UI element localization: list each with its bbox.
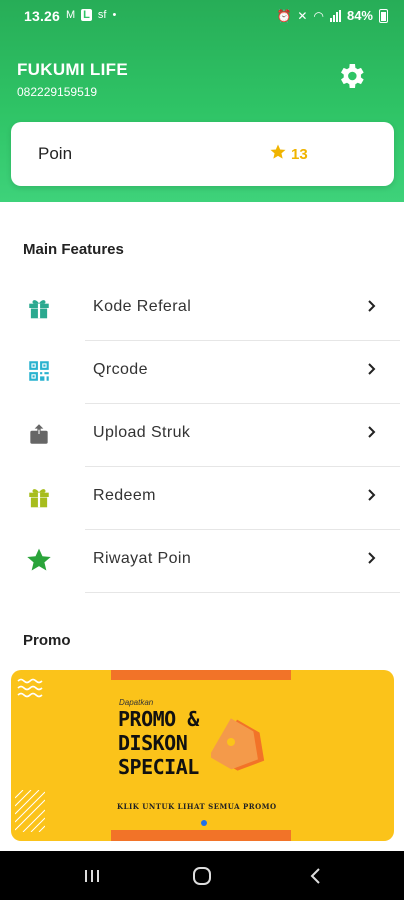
chevron-right-icon (368, 300, 376, 312)
gmail-notification-icon: M (66, 9, 76, 21)
banner-stripe (111, 670, 291, 680)
divider (85, 466, 400, 467)
hatch-decoration-icon (15, 790, 45, 832)
menu-item-label: Redeem (93, 487, 156, 504)
points-card[interactable]: Poin 13 (11, 122, 394, 186)
points-label: Poin (38, 144, 73, 163)
star-icon (27, 548, 51, 571)
battery-icon (379, 8, 388, 23)
gift-icon (29, 300, 49, 319)
battery-percent: 84% (346, 8, 373, 23)
promo-banner[interactable]: Dapatkan PROMO & DISKON SPECIAL KLIK UNT… (11, 670, 394, 841)
divider (85, 592, 400, 593)
menu-item-label: Qrcode (93, 361, 148, 378)
menu-item-upload-struk[interactable]: Upload Struk (0, 405, 404, 467)
price-tag-icon (211, 718, 265, 771)
back-icon[interactable] (304, 865, 328, 887)
chevron-right-icon (368, 363, 376, 375)
system-icons: ⏰ ✕ ◠ 84% (276, 8, 388, 23)
menu-item-label: Upload Struk (93, 424, 191, 441)
status-bar: 13.26 M L sf • ⏰ ✕ ◠ 84% (0, 0, 404, 34)
menu-item-kode-referal[interactable]: Kode Referal (0, 279, 404, 341)
more-notifications-icon: • (112, 9, 117, 21)
line-notification-icon: L (81, 9, 92, 21)
chevron-right-icon (368, 489, 376, 501)
divider (85, 529, 400, 530)
menu-item-redeem[interactable]: Redeem (0, 468, 404, 530)
chevron-right-icon (368, 426, 376, 438)
sf-notification-icon: sf (97, 9, 107, 21)
menu-item-label: Kode Referal (93, 298, 192, 315)
notification-icons: M L sf • (66, 9, 116, 21)
gift-icon (29, 489, 49, 508)
signal-icon (329, 9, 341, 22)
main-features-title: Main Features (23, 241, 124, 258)
menu-item-label: Riwayat Poin (93, 550, 192, 567)
banner-stripe (111, 830, 291, 841)
settings-gear-icon[interactable] (335, 60, 367, 92)
home-icon[interactable] (190, 865, 214, 887)
points-value: 13 (291, 146, 308, 163)
user-name: FUKUMI LIFE (17, 60, 128, 79)
mute-icon: ✕ (297, 8, 308, 23)
carousel-indicator (201, 820, 207, 826)
promo-small-text: Dapatkan (119, 698, 154, 707)
user-phone: 082229159519 (17, 85, 98, 99)
waves-decoration-icon (17, 678, 43, 698)
status-time: 13.26 (24, 8, 61, 24)
menu-item-riwayat-poin[interactable]: Riwayat Poin (0, 531, 404, 593)
star-icon (270, 144, 286, 159)
menu-item-qrcode[interactable]: Qrcode (0, 342, 404, 404)
wifi-icon: ◠ (313, 8, 324, 23)
promo-title: Promo (23, 632, 71, 649)
qr-code-icon (29, 361, 49, 381)
system-navigation-bar (0, 851, 404, 900)
header: 13.26 M L sf • ⏰ ✕ ◠ 84% FUKUMI LIFE 082… (0, 0, 404, 202)
alarm-icon: ⏰ (276, 8, 292, 23)
promo-cta: KLIK UNTUK LIHAT SEMUA PROMO (117, 802, 277, 811)
divider (85, 403, 400, 404)
recent-apps-icon[interactable] (80, 865, 104, 887)
chevron-right-icon (368, 552, 376, 564)
upload-box-icon (30, 424, 48, 444)
divider (85, 340, 400, 341)
